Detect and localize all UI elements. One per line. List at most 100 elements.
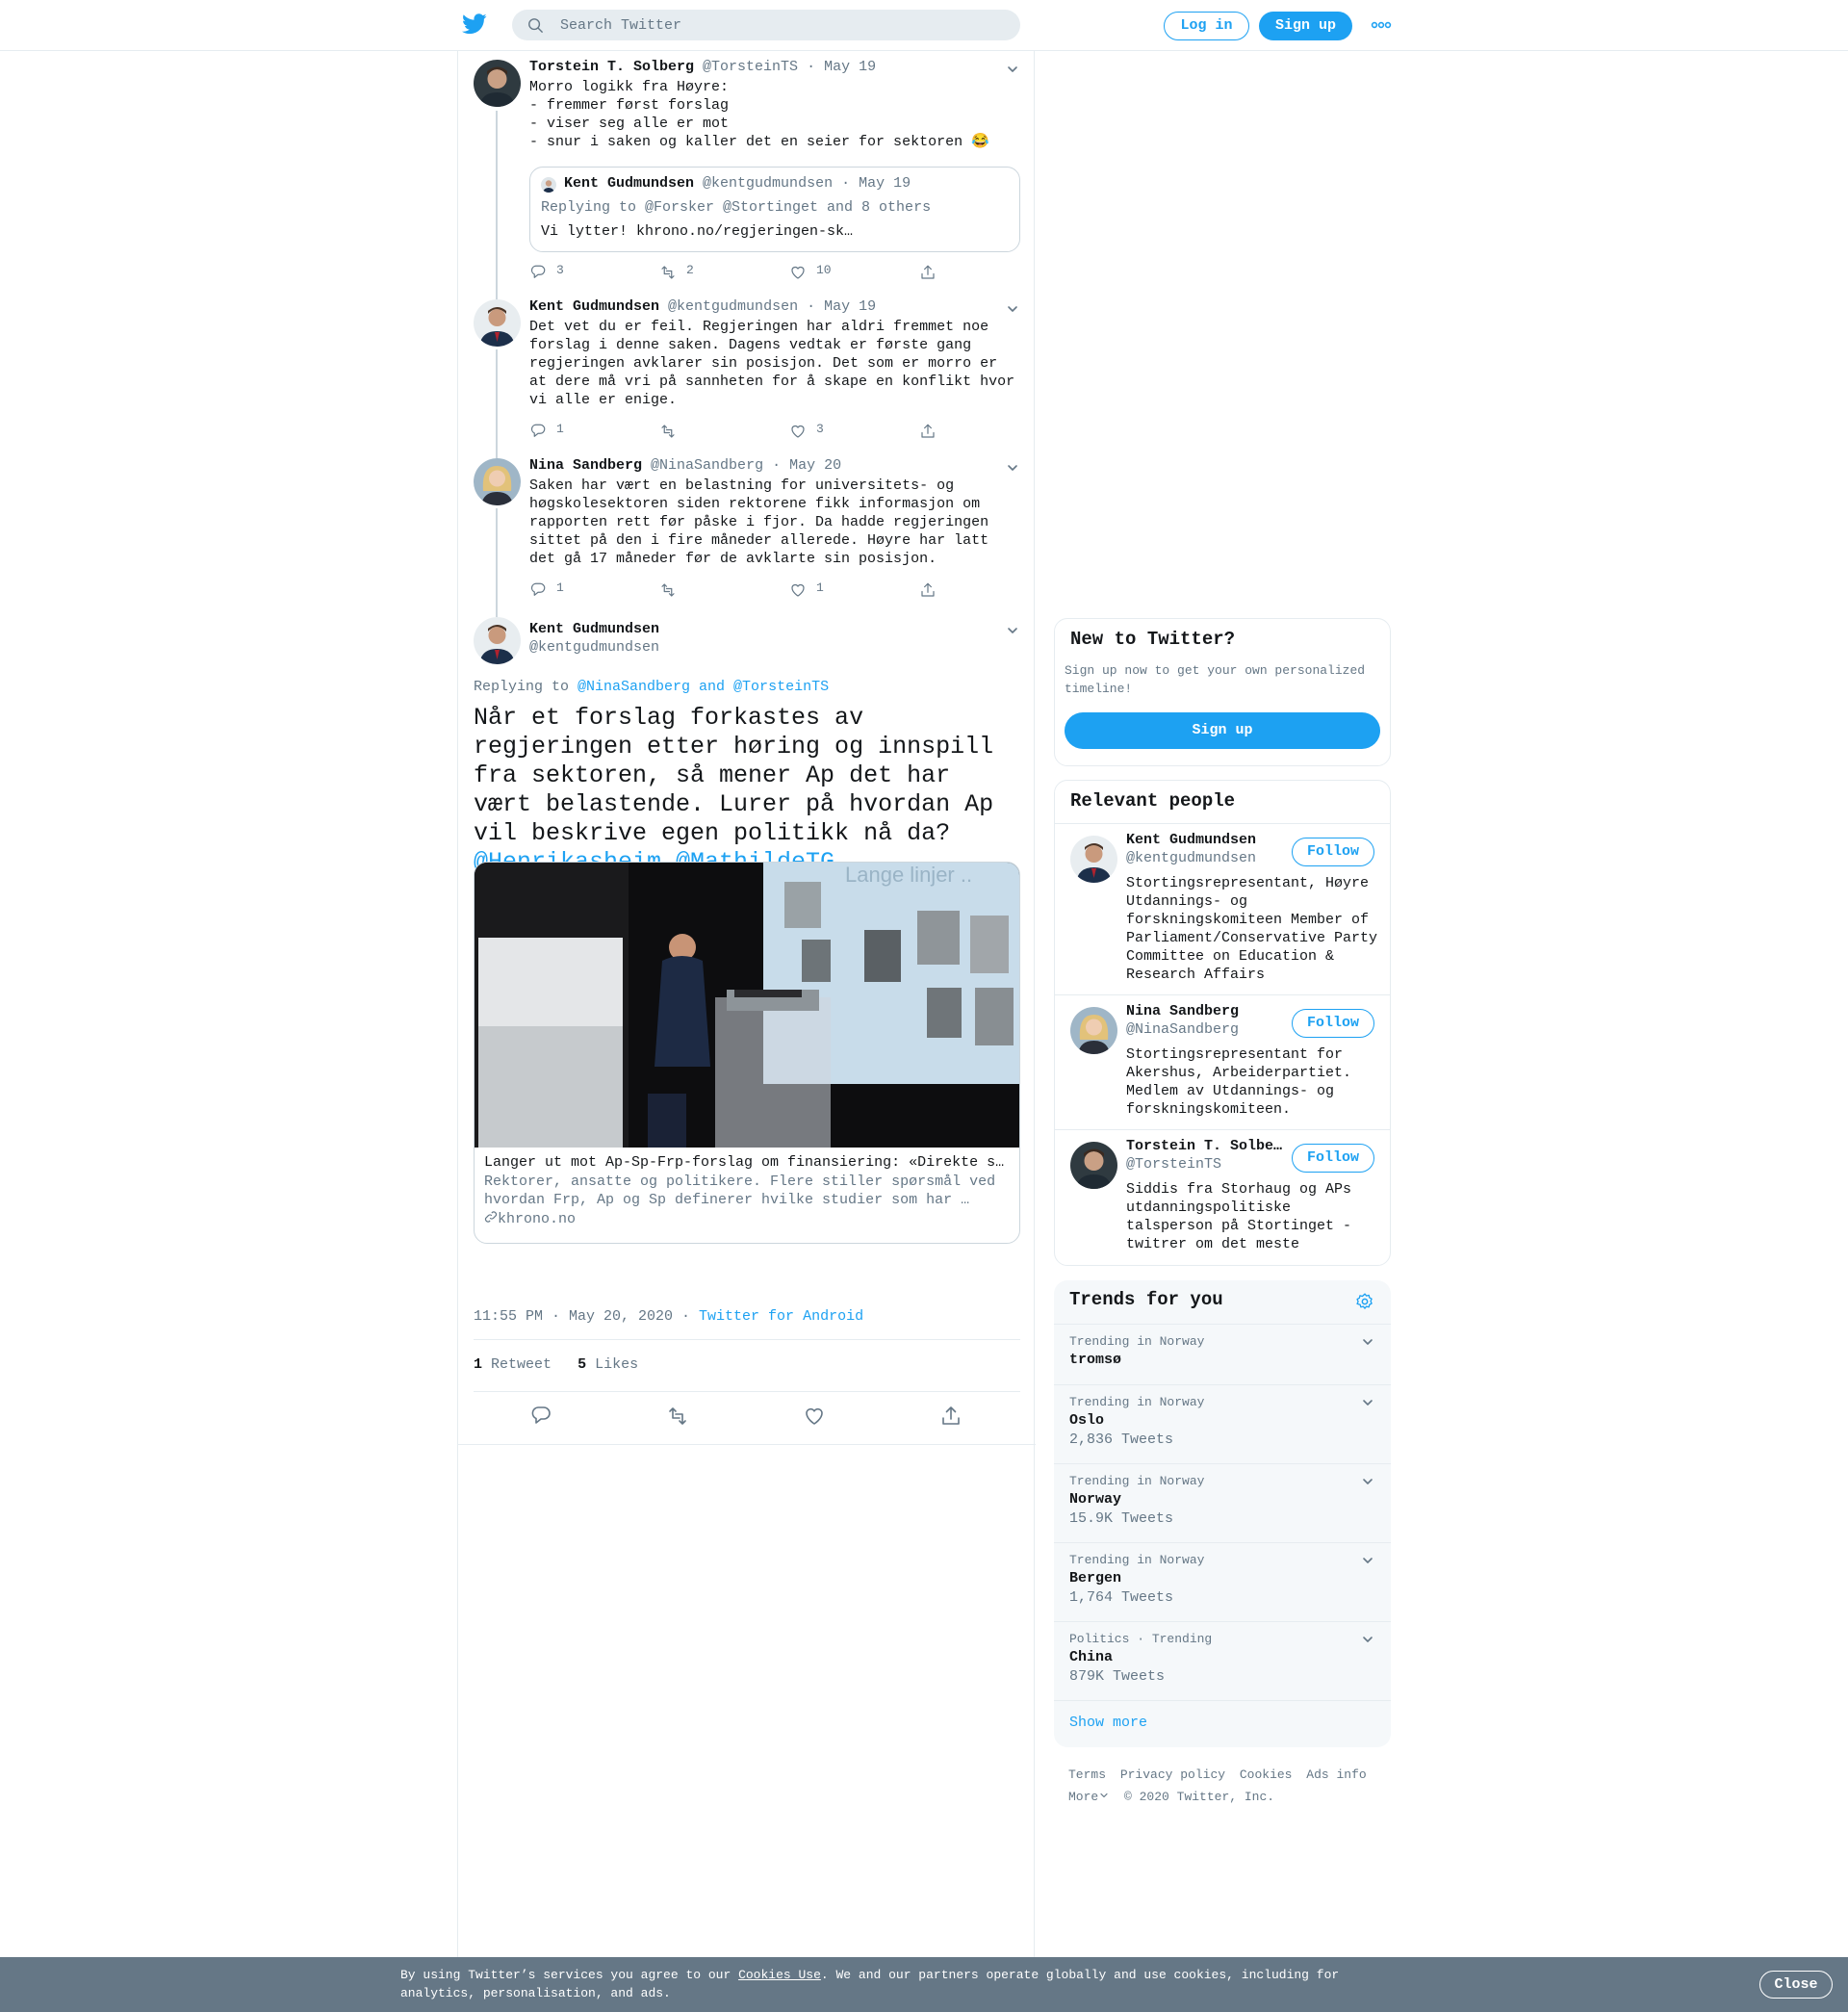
chevron-down-icon[interactable] — [1360, 1632, 1375, 1647]
retweet-icon — [661, 266, 675, 279]
footer-more-menu[interactable]: More — [1068, 1790, 1110, 1804]
focused-tweet-text: Når et forslag forkastes av regjeringen … — [474, 704, 1020, 877]
more-options-icon[interactable] — [1371, 18, 1392, 32]
log-in-button[interactable]: Log in — [1164, 12, 1249, 40]
show-more-row[interactable]: Show more — [1054, 1700, 1391, 1747]
tweet-date[interactable]: · May 19 — [807, 59, 876, 75]
trend-name: Norway — [1069, 1491, 1122, 1508]
settings-gear-icon[interactable] — [1355, 1292, 1374, 1311]
trend-item[interactable]: Trending in Norway Bergen 1,764 Tweets — [1054, 1542, 1391, 1621]
person-card[interactable]: Kent Gudmundsen @kentgudmundsen Follow S… — [1055, 823, 1390, 994]
person-name[interactable]: Nina Sandberg — [1126, 1003, 1288, 1019]
author-name[interactable]: Torstein T. Solberg — [529, 59, 694, 75]
chevron-down-icon[interactable] — [1360, 1474, 1375, 1489]
person-name[interactable]: Kent Gudmundsen — [1126, 832, 1288, 848]
author-handle[interactable]: @kentgudmundsen — [668, 298, 798, 315]
tweet-nina[interactable]: Nina Sandberg @NinaSandberg · May 20 Sak… — [458, 451, 1036, 609]
tweet-date[interactable]: · May 20 — [772, 457, 841, 474]
quote-text: Vi lytter! khrono.no/regjeringen-sk… — [541, 223, 854, 240]
chevron-down-icon[interactable] — [1005, 301, 1020, 317]
retweet-icon[interactable] — [666, 1405, 689, 1428]
article-photo: Lange linjer .. — [475, 863, 1019, 1148]
avatar[interactable] — [1070, 836, 1117, 883]
heart-icon[interactable] — [803, 1405, 826, 1428]
follow-button[interactable]: Follow — [1292, 1009, 1374, 1038]
link-icon — [484, 1210, 498, 1223]
footer-link-privacy[interactable]: Privacy policy — [1120, 1767, 1225, 1782]
chevron-down-icon — [1100, 1793, 1108, 1798]
trend-item[interactable]: Trending in Norway tromsø — [1054, 1324, 1391, 1384]
sidebar-sign-up-button[interactable]: Sign up — [1065, 712, 1380, 749]
chevron-down-icon[interactable] — [1360, 1395, 1375, 1410]
heart-icon — [791, 425, 805, 438]
twitter-bird-icon[interactable] — [462, 13, 487, 35]
thread-line — [496, 451, 498, 458]
conversation-column: Torstein T. Solberg @TorsteinTS · May 19… — [457, 51, 1036, 1957]
person-name[interactable]: Torstein T. Solberg — [1126, 1138, 1288, 1154]
follow-button[interactable]: Follow — [1292, 838, 1374, 866]
author-name[interactable]: Kent Gudmundsen — [529, 298, 659, 315]
cookie-consent-bar: By using Twitter’s services you agree to… — [0, 1957, 1848, 2012]
like-stat[interactable]: 5 Likes — [578, 1356, 638, 1373]
trend-count: 1,764 Tweets — [1069, 1589, 1174, 1606]
footer-link-terms[interactable]: Terms — [1068, 1767, 1106, 1782]
trend-count: 15.9K Tweets — [1069, 1510, 1174, 1527]
close-button[interactable]: Close — [1759, 1971, 1833, 1999]
search-bar[interactable] — [512, 10, 1020, 40]
follow-button[interactable]: Follow — [1292, 1144, 1374, 1173]
source-link[interactable]: Twitter for Android — [699, 1308, 863, 1325]
reply-icon[interactable] — [529, 1405, 552, 1428]
author-name[interactable]: Kent Gudmundsen — [529, 621, 659, 637]
author-handle[interactable]: @TorsteinTS — [703, 59, 798, 75]
trend-context: Politics · Trending — [1069, 1632, 1213, 1646]
footer-link-ads-info[interactable]: Ads info — [1306, 1767, 1366, 1782]
tweet-kent-reply[interactable]: Kent Gudmundsen @kentgudmundsen · May 19… — [458, 292, 1036, 451]
share-icon[interactable] — [939, 1405, 962, 1428]
trend-item[interactable]: Politics · Trending China 879K Tweets — [1054, 1621, 1391, 1700]
avatar[interactable] — [1070, 1007, 1117, 1054]
person-handle[interactable]: @TorsteinTS — [1126, 1156, 1221, 1173]
person-handle[interactable]: @NinaSandberg — [1126, 1021, 1239, 1038]
show-more-link[interactable]: Show more — [1069, 1715, 1147, 1731]
heart-icon — [791, 266, 805, 279]
retweet-icon — [661, 425, 675, 438]
search-input[interactable] — [560, 10, 1003, 40]
share-icon — [921, 265, 935, 279]
avatar[interactable] — [474, 458, 521, 505]
cookie-text-before: By using Twitter’s services you agree to… — [400, 1968, 739, 1982]
avatar[interactable] — [474, 299, 521, 347]
person-card[interactable]: Torstein T. Solberg @TorsteinTS Follow S… — [1055, 1129, 1390, 1265]
author-handle[interactable]: @kentgudmundsen — [529, 639, 659, 656]
quoted-tweet[interactable]: Kent Gudmundsen @kentgudmundsen · May 19… — [529, 167, 1020, 252]
replying-to: Replying to @NinaSandberg and @TorsteinT… — [474, 679, 829, 695]
author-handle[interactable]: @NinaSandberg — [651, 457, 763, 474]
relevant-people-panel: Relevant people Kent Gudmundsen @kentgud… — [1054, 780, 1391, 1266]
footer-link-cookies[interactable]: Cookies — [1240, 1767, 1293, 1782]
chevron-down-icon[interactable] — [1360, 1553, 1375, 1568]
avatar[interactable] — [1070, 1142, 1117, 1189]
link-card[interactable]: Lange linjer .. Langer ut mot Ap-Sp-Frp-… — [474, 862, 1020, 1244]
author-name[interactable]: Nina Sandberg — [529, 457, 642, 474]
timestamp-text[interactable]: 11:55 PM · May 20, 2020 · — [474, 1308, 699, 1325]
avatar[interactable] — [474, 60, 521, 107]
chevron-down-icon[interactable] — [1360, 1334, 1375, 1350]
panel-title: New to Twitter? — [1070, 629, 1236, 650]
tweet-torstein[interactable]: Torstein T. Solberg @TorsteinTS · May 19… — [458, 51, 1036, 298]
quote-author-handle: @kentgudmundsen — [703, 175, 834, 192]
tweet-header: Torstein T. Solberg @TorsteinTS · May 19 — [529, 59, 876, 75]
person-handle[interactable]: @kentgudmundsen — [1126, 850, 1256, 866]
signup-prompt: Sign up now to get your own personalized… — [1065, 663, 1366, 696]
sign-up-button[interactable]: Sign up — [1259, 12, 1352, 40]
replying-users-link[interactable]: @NinaSandberg and @TorsteinTS — [578, 679, 829, 695]
cookies-use-link[interactable]: Cookies Use — [738, 1968, 821, 1982]
chevron-down-icon[interactable] — [1005, 623, 1020, 638]
person-card[interactable]: Nina Sandberg @NinaSandberg Follow Stort… — [1055, 994, 1390, 1129]
chevron-down-icon[interactable] — [1005, 62, 1020, 77]
trend-item[interactable]: Trending in Norway Norway 15.9K Tweets — [1054, 1463, 1391, 1542]
trend-item[interactable]: Trending in Norway Oslo 2,836 Tweets — [1054, 1384, 1391, 1463]
avatar[interactable] — [474, 617, 521, 664]
trend-name: Oslo — [1069, 1412, 1105, 1429]
chevron-down-icon[interactable] — [1005, 460, 1020, 476]
retweet-stat[interactable]: 1 Retweet — [474, 1356, 552, 1373]
tweet-date[interactable]: · May 19 — [807, 298, 876, 315]
